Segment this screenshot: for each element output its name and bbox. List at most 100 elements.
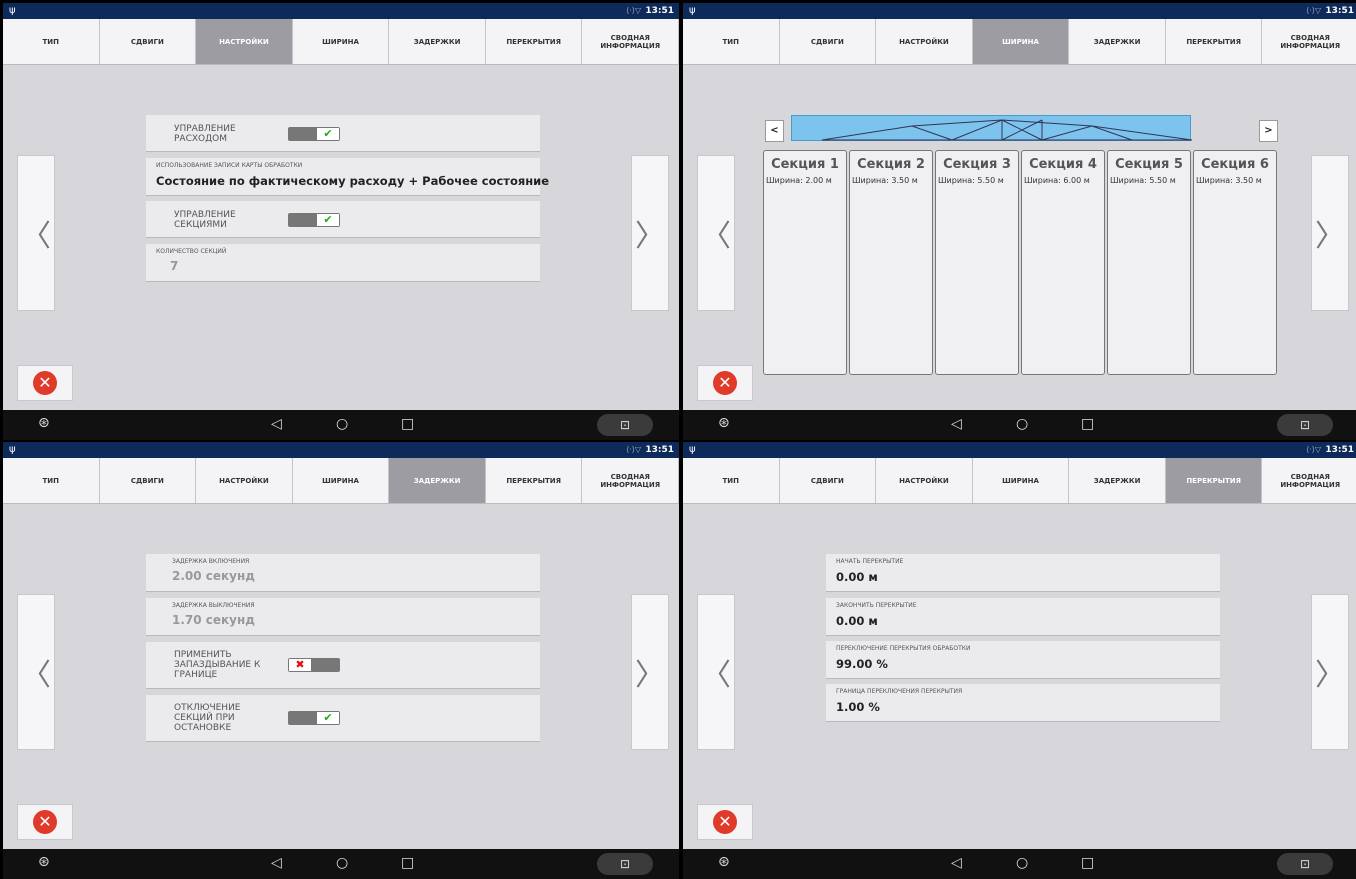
stop-shutoff-toggle[interactable]: ✔	[288, 711, 340, 725]
section-card-4[interactable]: Секция 4 Ширина: 6.00 м	[1021, 150, 1105, 375]
section-card-3[interactable]: Секция 3 Ширина: 5.50 м	[935, 150, 1019, 375]
section-count-caption: КОЛИЧЕСТВО СЕКЦИЙ	[156, 248, 227, 255]
tab-summary[interactable]: СВОДНАЯ ИНФОРМАЦИЯ	[582, 458, 679, 503]
panel-settings: ψ ⟨·⟩▽ 13:51 ТИП СДВИГИ НАСТРОЙКИ ШИРИНА…	[3, 3, 679, 440]
camera-icon[interactable]: ⊡	[1277, 414, 1333, 436]
section-card-1[interactable]: Секция 1 Ширина: 2.00 м	[763, 150, 847, 375]
tab-settings[interactable]: НАСТРОЙКИ	[876, 19, 973, 64]
status-bar: ψ ⟨·⟩▽ 13:51	[3, 3, 679, 19]
close-button[interactable]: ✕	[697, 804, 753, 840]
tab-offsets[interactable]: СДВИГИ	[100, 458, 197, 503]
tab-delays[interactable]: ЗАДЕРЖКИ	[1069, 458, 1166, 503]
overlap-switch-card[interactable]: ПЕРЕКЛЮЧЕНИЕ ПЕРЕКРЫТИЯ ОБРАБОТКИ 99.00 …	[826, 641, 1220, 679]
tab-summary[interactable]: СВОДНАЯ ИНФОРМАЦИЯ	[1262, 458, 1356, 503]
tab-settings[interactable]: НАСТРОЙКИ	[196, 19, 293, 64]
boom-scroll-right-button[interactable]: >	[1259, 120, 1278, 142]
tab-overlaps[interactable]: ПЕРЕКРЫТИЯ	[1166, 19, 1263, 64]
off-delay-value: 1.70 секунд	[172, 613, 255, 627]
stop-shutoff-label: ОТКЛЮЧЕНИЕ СЕКЦИЙ ПРИ ОСТАНОВКЕ	[174, 703, 241, 733]
camera-icon[interactable]: ⊡	[597, 853, 653, 875]
tab-offsets[interactable]: СДВИГИ	[100, 19, 197, 64]
section-card-5[interactable]: Секция 5 Ширина: 5.50 м	[1107, 150, 1191, 375]
next-button[interactable]: 〉	[631, 594, 669, 750]
tab-type[interactable]: ТИП	[683, 19, 780, 64]
tab-width[interactable]: ШИРИНА	[972, 19, 1070, 64]
tab-overlaps[interactable]: ПЕРЕКРЫТИЯ	[486, 458, 583, 503]
home-icon[interactable]: ○	[336, 855, 348, 871]
tab-width[interactable]: ШИРИНА	[973, 458, 1070, 503]
off-delay-card[interactable]: ЗАДЕРЖКА ВЫКЛЮЧЕНИЯ 1.70 секунд	[146, 598, 540, 636]
next-button[interactable]: 〉	[1311, 594, 1349, 750]
recent-apps-icon[interactable]: □	[401, 855, 414, 871]
tab-offsets[interactable]: СДВИГИ	[780, 458, 877, 503]
home-icon[interactable]: ○	[1016, 855, 1028, 871]
section-control-toggle[interactable]: ✔	[288, 213, 340, 227]
section-width: Ширина: 3.50 м	[1196, 176, 1262, 185]
home-icon[interactable]: ○	[1016, 416, 1028, 432]
overlap-boundary-caption: ГРАНИЦА ПЕРЕКЛЮЧЕНИЯ ПЕРЕКРЫТИЯ	[836, 688, 963, 695]
logo-icon[interactable]: ⊛	[718, 854, 730, 870]
end-overlap-caption: ЗАКОНЧИТЬ ПЕРЕКРЫТИЕ	[836, 602, 917, 609]
map-usage-card[interactable]: ИСПОЛЬЗОВАНИЕ ЗАПИСИ КАРТЫ ОБРАБОТКИ Сос…	[146, 158, 549, 196]
section-width: Ширина: 5.50 м	[1110, 176, 1176, 185]
tab-type[interactable]: ТИП	[3, 19, 100, 64]
start-overlap-card[interactable]: НАЧАТЬ ПЕРЕКРЫТИЕ 0.00 м	[826, 554, 1220, 592]
boundary-delay-label: ПРИМЕНИТЬ ЗАПАЗДЫВАНИЕ К ГРАНИЦЕ	[174, 650, 261, 680]
close-button[interactable]: ✕	[17, 365, 73, 401]
tab-settings[interactable]: НАСТРОЙКИ	[876, 458, 973, 503]
overlap-boundary-card[interactable]: ГРАНИЦА ПЕРЕКЛЮЧЕНИЯ ПЕРЕКРЫТИЯ 1.00 %	[826, 684, 1220, 722]
tab-overlaps[interactable]: ПЕРЕКРЫТИЯ	[1165, 458, 1263, 503]
tab-summary[interactable]: СВОДНАЯ ИНФОРМАЦИЯ	[582, 19, 679, 64]
prev-button[interactable]: 〈	[697, 155, 735, 311]
section-name: Секция 5	[1115, 157, 1183, 172]
camera-icon[interactable]: ⊡	[597, 414, 653, 436]
back-icon[interactable]: ◁	[951, 416, 962, 432]
tab-type[interactable]: ТИП	[3, 458, 100, 503]
recent-apps-icon[interactable]: □	[1081, 855, 1094, 871]
recent-apps-icon[interactable]: □	[401, 416, 414, 432]
overlap-switch-caption: ПЕРЕКЛЮЧЕНИЕ ПЕРЕКРЫТИЯ ОБРАБОТКИ	[836, 645, 971, 652]
logo-icon[interactable]: ⊛	[38, 854, 50, 870]
logo-icon[interactable]: ⊛	[718, 415, 730, 431]
check-icon: ✔	[316, 711, 340, 725]
tab-delays[interactable]: ЗАДЕРЖКИ	[1069, 19, 1166, 64]
usb-icon: ψ	[9, 5, 16, 16]
prev-button[interactable]: 〈	[17, 155, 55, 311]
tab-offsets[interactable]: СДВИГИ	[780, 19, 877, 64]
logo-icon[interactable]: ⊛	[38, 415, 50, 431]
back-icon[interactable]: ◁	[951, 855, 962, 871]
prev-button[interactable]: 〈	[697, 594, 735, 750]
next-button[interactable]: 〉	[1311, 155, 1349, 311]
section-card-6[interactable]: Секция 6 Ширина: 3.50 м	[1193, 150, 1277, 375]
boundary-delay-toggle[interactable]: ✖	[288, 658, 340, 672]
close-button[interactable]: ✕	[697, 365, 753, 401]
close-button[interactable]: ✕	[17, 804, 73, 840]
tab-delays[interactable]: ЗАДЕРЖКИ	[389, 19, 486, 64]
tab-width[interactable]: ШИРИНА	[293, 19, 390, 64]
signal-icon: ⟨·⟩▽	[1306, 6, 1321, 15]
tab-summary[interactable]: СВОДНАЯ ИНФОРМАЦИЯ	[1262, 19, 1356, 64]
tab-type[interactable]: ТИП	[683, 458, 780, 503]
tab-width[interactable]: ШИРИНА	[293, 458, 390, 503]
tab-settings[interactable]: НАСТРОЙКИ	[196, 458, 293, 503]
tab-delays[interactable]: ЗАДЕРЖКИ	[389, 458, 486, 503]
camera-icon[interactable]: ⊡	[1277, 853, 1333, 875]
recent-apps-icon[interactable]: □	[1081, 416, 1094, 432]
rate-control-toggle[interactable]: ✔	[288, 127, 340, 141]
back-icon[interactable]: ◁	[271, 416, 282, 432]
next-button[interactable]: 〉	[631, 155, 669, 311]
check-icon: ✔	[316, 213, 340, 227]
section-card-2[interactable]: Секция 2 Ширина: 3.50 м	[849, 150, 933, 375]
section-count-card[interactable]: КОЛИЧЕСТВО СЕКЦИЙ 7	[146, 244, 540, 282]
usb-icon: ψ	[689, 444, 696, 455]
tab-overlaps[interactable]: ПЕРЕКРЫТИЯ	[486, 19, 583, 64]
prev-button[interactable]: 〈	[17, 594, 55, 750]
section-count-value: 7	[170, 259, 179, 273]
section-control-label: УПРАВЛЕНИЕ СЕКЦИЯМИ	[174, 210, 236, 230]
section-name: Секция 2	[857, 157, 925, 172]
home-icon[interactable]: ○	[336, 416, 348, 432]
end-overlap-card[interactable]: ЗАКОНЧИТЬ ПЕРЕКРЫТИЕ 0.00 м	[826, 598, 1220, 636]
boom-scroll-left-button[interactable]: <	[765, 120, 784, 142]
on-delay-card[interactable]: ЗАДЕРЖКА ВКЛЮЧЕНИЯ 2.00 секунд	[146, 554, 540, 592]
back-icon[interactable]: ◁	[271, 855, 282, 871]
